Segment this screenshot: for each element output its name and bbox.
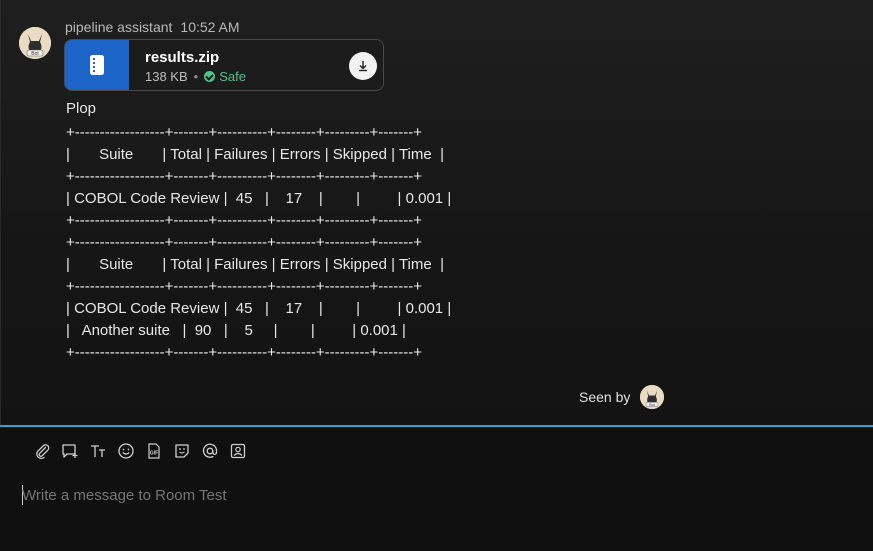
table-line: | COBOL Code Review | 45 | 17 | | | 0.00… bbox=[66, 300, 452, 317]
text-format-icon bbox=[91, 445, 105, 457]
download-button[interactable] bbox=[349, 52, 377, 80]
download-icon bbox=[359, 61, 367, 72]
message-text: Plop bbox=[66, 100, 97, 117]
sticker-button[interactable] bbox=[172, 441, 192, 461]
svg-text:GIF: GIF bbox=[150, 451, 158, 457]
archive-file-icon bbox=[90, 55, 104, 75]
file-safe-status: Safe bbox=[219, 69, 246, 84]
add-comment-button[interactable] bbox=[60, 441, 80, 461]
composer-focus-border bbox=[0, 425, 873, 427]
file-icon-container bbox=[65, 40, 129, 90]
attach-file-button[interactable] bbox=[32, 441, 52, 461]
table-line: | COBOL Code Review | 45 | 17 | | | 0.00… bbox=[66, 190, 452, 207]
file-name: results.zip bbox=[145, 49, 220, 66]
seen-by-avatar[interactable]: Bot bbox=[640, 385, 664, 409]
file-attachment[interactable]: results.zip 138 KB • Safe bbox=[64, 39, 384, 91]
composer-toolbar: GIF bbox=[32, 441, 248, 461]
message-timestamp: 10:52 AM bbox=[180, 19, 240, 35]
table-line: +------------------+-------+----------+-… bbox=[66, 124, 423, 141]
contact-card-icon bbox=[230, 443, 246, 459]
message-input[interactable] bbox=[22, 487, 822, 504]
table-line: +------------------+-------+----------+-… bbox=[66, 344, 423, 361]
chat-window: Bot pipeline assistant 10:52 AM results.z… bbox=[0, 0, 873, 551]
gif-button[interactable]: GIF bbox=[144, 441, 164, 461]
gif-icon: GIF bbox=[148, 443, 160, 459]
mention-button[interactable] bbox=[200, 441, 220, 461]
paperclip-icon bbox=[36, 444, 50, 460]
text-format-button[interactable] bbox=[88, 441, 108, 461]
file-size: 138 KB bbox=[145, 69, 188, 84]
table-line: | Suite | Total | Failures | Errors | Sk… bbox=[66, 256, 444, 273]
sticker-icon bbox=[175, 444, 189, 458]
smiley-icon bbox=[118, 443, 134, 459]
avatar[interactable]: Bot bbox=[19, 27, 51, 59]
table-line: +------------------+-------+----------+-… bbox=[66, 278, 423, 295]
contact-button[interactable] bbox=[228, 441, 248, 461]
message-header: pipeline assistant 10:52 AM bbox=[65, 19, 240, 35]
meta-separator: • bbox=[193, 69, 199, 84]
table-line: +------------------+-------+----------+-… bbox=[66, 234, 423, 251]
emoji-button[interactable] bbox=[116, 441, 136, 461]
table-line: +------------------+-------+----------+-… bbox=[66, 212, 423, 229]
file-meta: 138 KB • Safe bbox=[145, 69, 246, 84]
seen-by-label: Seen by bbox=[579, 389, 631, 405]
table-line: | Another suite | 90 | 5 | | | 0.001 | bbox=[66, 322, 406, 339]
svg-text:Bot: Bot bbox=[649, 403, 656, 407]
table-line: +------------------+-------+----------+-… bbox=[66, 168, 423, 185]
sender-name[interactable]: pipeline assistant bbox=[65, 19, 172, 35]
at-sign-icon bbox=[202, 443, 218, 458]
message-composer: GIF bbox=[0, 425, 873, 551]
svg-text:Bot: Bot bbox=[31, 51, 39, 57]
safe-check-icon bbox=[204, 71, 216, 82]
table-line: | Suite | Total | Failures | Errors | Sk… bbox=[66, 146, 444, 163]
comment-plus-icon bbox=[62, 444, 78, 458]
